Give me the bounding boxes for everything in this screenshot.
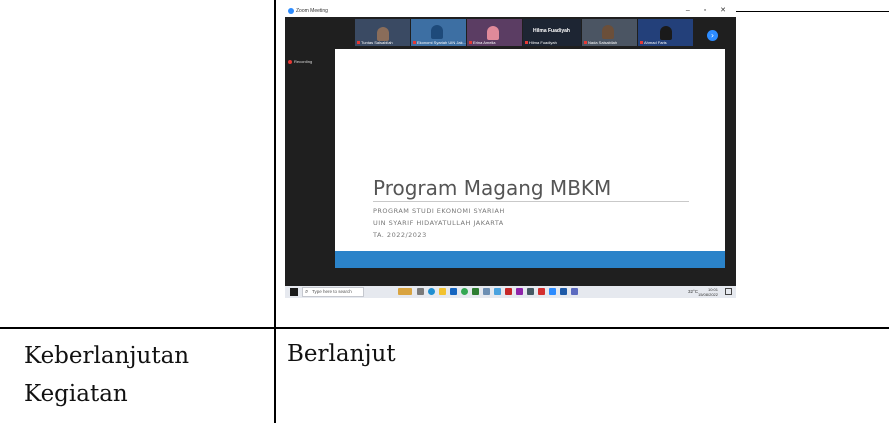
participant-name: Erina Amelia (469, 40, 495, 45)
participant-avatar (660, 26, 672, 40)
shared-slide: Program Magang MBKM PROGRAM STUDI EKONOM… (335, 49, 725, 268)
zoom-meeting-screenshot: Zoom Meeting – ▫ ✕ Tuntas Salsabilah Eko… (285, 6, 736, 298)
participant-avatar (377, 27, 389, 41)
app-icon[interactable] (472, 288, 479, 295)
app-icon[interactable] (505, 288, 512, 295)
slide-subtitle-line: PROGRAM STUDI EKONOMI SYARIAH (373, 207, 505, 215)
zoom-window-title: Zoom Meeting (296, 8, 328, 14)
app-icon[interactable] (527, 288, 534, 295)
table-row-divider (0, 327, 889, 329)
windows-taskbar: ⌕ Type here to search 32°C 10:01 15/08/20… (285, 286, 736, 298)
participant-tile[interactable]: Ekonomi Syariah UIN Jak... (411, 19, 466, 46)
recording-label: Recording (294, 59, 313, 64)
slide-subtitle-line: TA. 2022/2023 (373, 231, 427, 239)
participant-tile[interactable]: Nada Salsabilah (582, 19, 637, 46)
search-placeholder: Type here to search (312, 289, 352, 294)
row-label-line: Keberlanjutan (24, 343, 190, 369)
table-column-divider (274, 0, 276, 423)
app-icon[interactable] (494, 288, 501, 295)
slide-subtitle-line: UIN SYARIF HIDAYATULLAH JAKARTA (373, 219, 504, 227)
word-icon[interactable] (560, 288, 567, 295)
slide-footer-bar (335, 251, 725, 268)
row-label: Keberlanjutan Kegiatan (24, 340, 189, 410)
app-icon[interactable] (483, 288, 490, 295)
participant-avatar (602, 25, 614, 39)
participant-tile[interactable]: Ahmad Faris (638, 19, 693, 46)
weather-status[interactable]: 32°C (688, 289, 698, 295)
slide-divider (373, 201, 689, 202)
recording-indicator: Recording (288, 59, 312, 65)
file-explorer-icon[interactable] (439, 288, 446, 295)
participant-avatar (487, 26, 499, 40)
app-icon[interactable] (516, 288, 523, 295)
table-top-border-right (736, 11, 889, 12)
slide-title: Program Magang MBKM (373, 176, 612, 200)
participant-name: Tuntas Salsabilah (357, 40, 393, 45)
next-participants-icon[interactable]: › (707, 30, 718, 41)
app-icon[interactable] (571, 288, 578, 295)
participant-gallery: Tuntas Salsabilah Ekonomi Syariah UIN Ja… (355, 17, 715, 46)
chrome-icon[interactable] (461, 288, 468, 295)
participant-avatar (431, 25, 443, 39)
participant-name: Nada Salsabilah (584, 40, 617, 45)
participant-name: Ahmad Faris (640, 40, 667, 45)
participant-tile[interactable]: Erina Amelia (467, 19, 522, 46)
taskbar-search-box[interactable]: ⌕ Type here to search (302, 287, 364, 297)
news-widget-icon[interactable] (398, 288, 412, 295)
mail-icon[interactable] (450, 288, 457, 295)
window-controls[interactable]: – ▫ ✕ (686, 6, 732, 16)
zoom-title-bar: Zoom Meeting – ▫ ✕ (285, 6, 736, 17)
participant-name: Ekonomi Syariah UIN Jak... (413, 40, 466, 45)
zoom-logo-icon (288, 8, 294, 14)
notification-icon[interactable] (725, 288, 732, 295)
row-value: Berlanjut (287, 341, 396, 367)
active-speaker-tile[interactable]: Hilma Fuadiyah Hilma Fuadiyah (523, 19, 581, 46)
taskbar-clock[interactable]: 10:01 15/08/2022 (698, 287, 718, 297)
zoom-app-icon[interactable] (549, 288, 556, 295)
clock-date: 15/08/2022 (697, 292, 718, 297)
participant-name: Hilma Fuadiyah (525, 40, 557, 45)
windows-start-icon[interactable] (290, 288, 298, 296)
acrobat-icon[interactable] (538, 288, 545, 295)
participant-tile[interactable]: Tuntas Salsabilah (355, 19, 410, 46)
edge-icon[interactable] (428, 288, 435, 295)
row-label-line: Kegiatan (24, 381, 128, 407)
task-view-icon[interactable] (417, 288, 424, 295)
search-icon: ⌕ (305, 289, 309, 295)
record-dot-icon (288, 60, 292, 64)
speaker-name-label: Hilma Fuadiyah (533, 28, 570, 34)
